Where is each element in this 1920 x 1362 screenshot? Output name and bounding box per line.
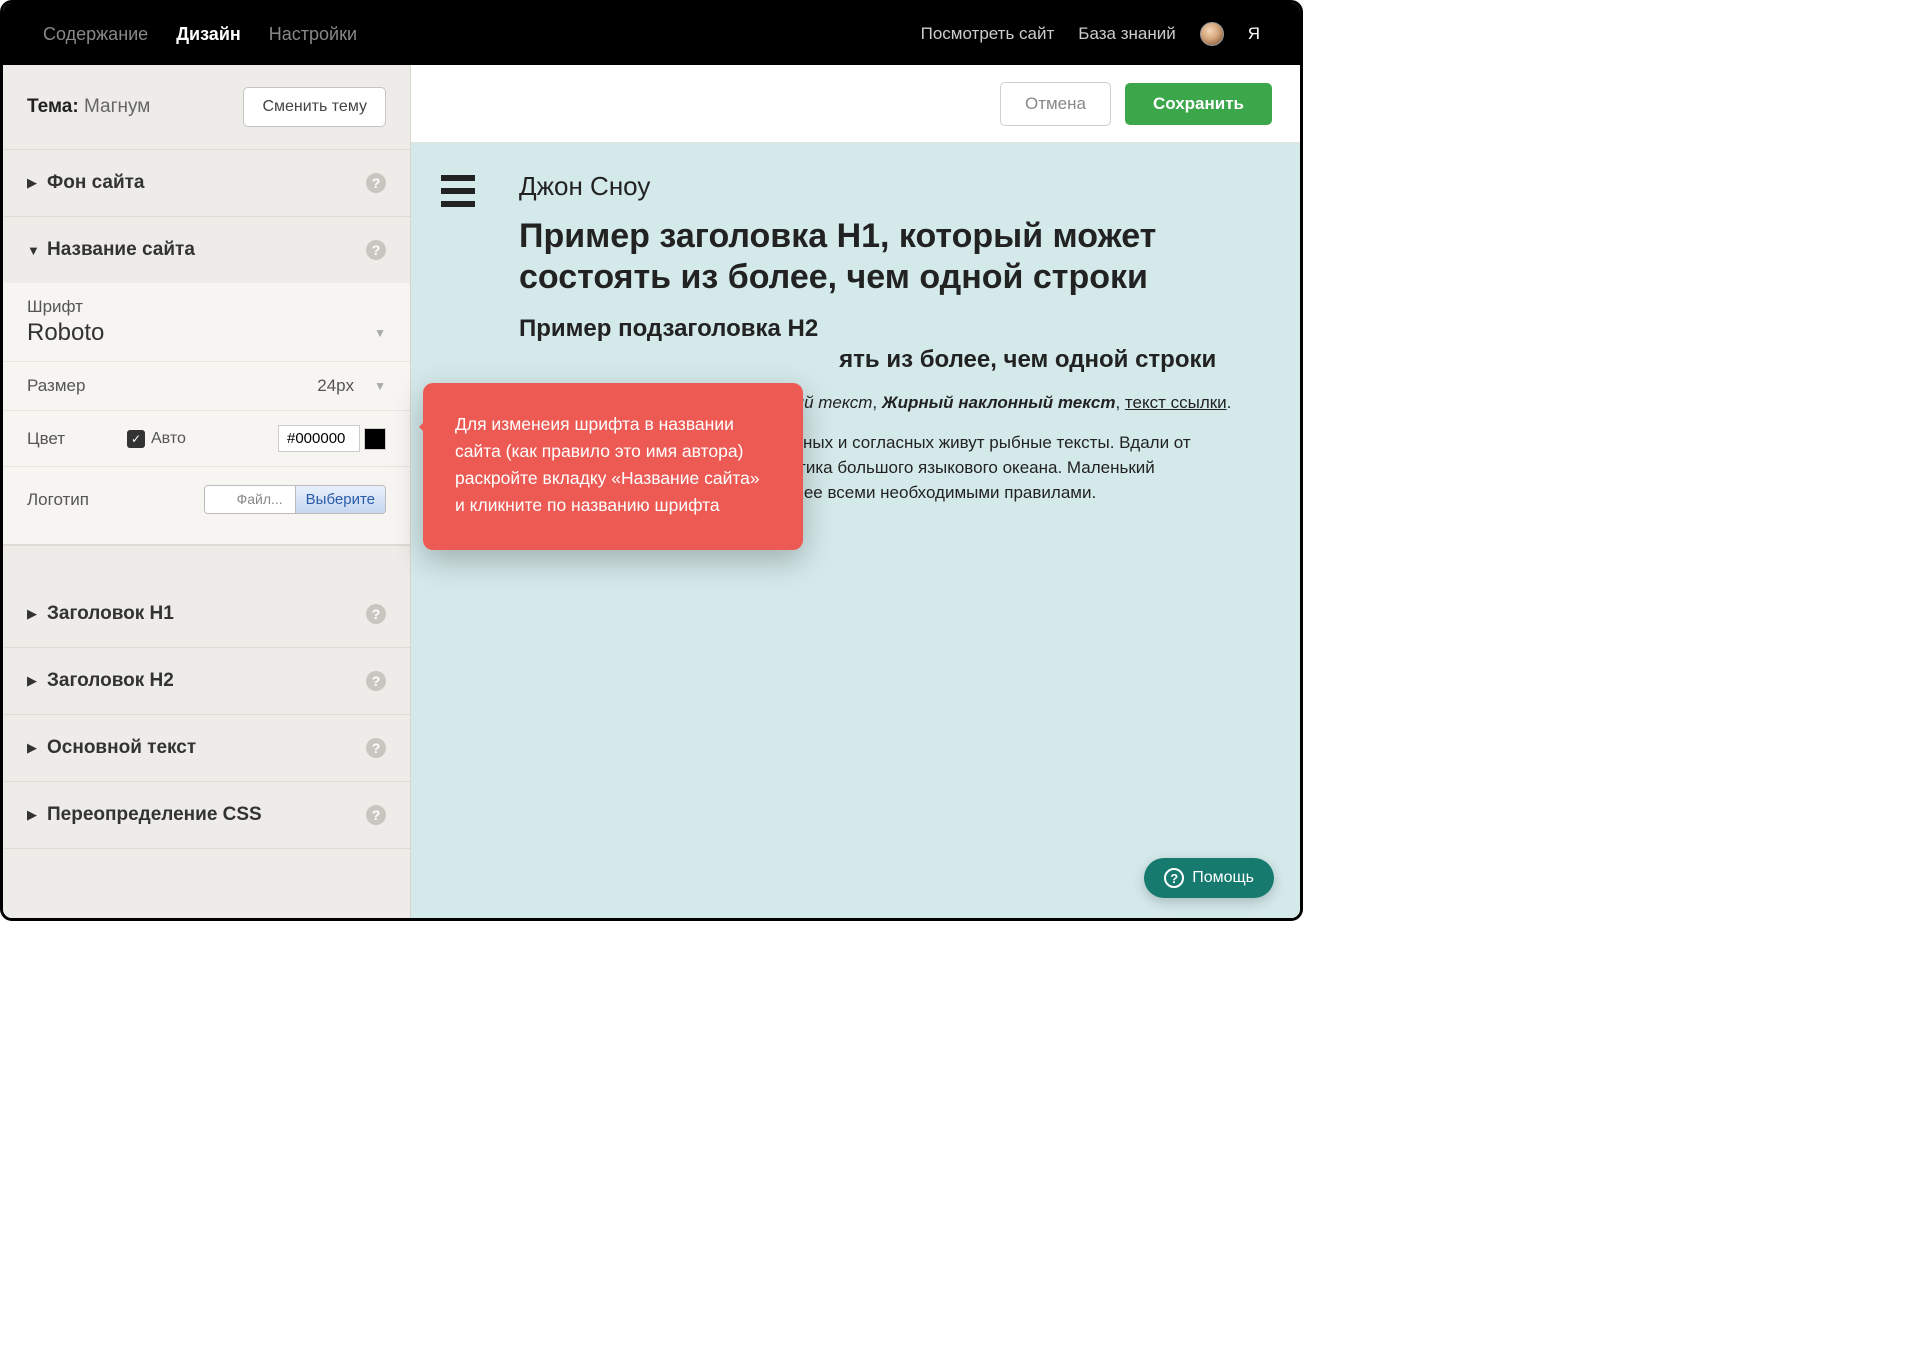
chevron-down-icon: ▼ — [374, 326, 386, 340]
logo-label: Логотип — [27, 490, 204, 510]
font-label: Шрифт — [3, 283, 410, 319]
preview-site-name: Джон Сноу — [519, 171, 1270, 202]
hint-tooltip: Для изменеия шрифта в названии сайта (ка… — [423, 383, 803, 550]
help-icon[interactable]: ? — [366, 671, 386, 691]
auto-checkbox[interactable]: ✓ Авто — [127, 430, 186, 448]
caret-right-icon: ▶ — [27, 606, 39, 622]
section-site-background[interactable]: ▶ Фон сайта ? — [3, 150, 410, 216]
caret-right-icon: ▶ — [27, 807, 39, 823]
color-input[interactable] — [278, 425, 360, 452]
preview-h1: Пример заголовка H1, который может состо… — [519, 216, 1270, 299]
help-icon[interactable]: ? — [366, 604, 386, 624]
section-body-text[interactable]: ▶ Основной текст ? — [3, 715, 410, 781]
sidebar: Тема: Магнум Сменить тему ▶ Фон сайта ? … — [3, 65, 411, 918]
help-fab-button[interactable]: ? Помощь — [1144, 858, 1274, 898]
avatar[interactable] — [1200, 22, 1224, 46]
help-icon[interactable]: ? — [366, 805, 386, 825]
nav-settings[interactable]: Настройки — [269, 24, 357, 45]
help-icon[interactable]: ? — [366, 240, 386, 260]
nav-knowledge-base[interactable]: База знаний — [1078, 24, 1175, 44]
user-letter: Я — [1248, 24, 1260, 44]
question-icon: ? — [1164, 868, 1184, 888]
nav-content[interactable]: Содержание — [43, 24, 148, 45]
font-select[interactable]: Roboto ▼ — [3, 319, 410, 362]
section-css-override[interactable]: ▶ Переопределение CSS ? — [3, 782, 410, 848]
caret-right-icon: ▶ — [27, 673, 39, 689]
top-navbar: Содержание Дизайн Настройки Посмотреть с… — [3, 3, 1300, 65]
preview-h2: Пример подзаголовка H2 XXXXXXXXXXXXXXXXX… — [519, 313, 1270, 375]
caret-right-icon: ▶ — [27, 175, 39, 191]
section-site-name[interactable]: ▼ Название сайта ? — [3, 217, 410, 283]
chevron-down-icon: ▼ — [374, 379, 386, 393]
help-icon[interactable]: ? — [366, 173, 386, 193]
section-h1[interactable]: ▶ Заголовок H1 ? — [3, 581, 410, 647]
color-swatch[interactable] — [364, 428, 386, 450]
change-theme-button[interactable]: Сменить тему — [243, 87, 386, 127]
check-icon: ✓ — [127, 430, 145, 448]
theme-label: Тема: Магнум — [27, 96, 150, 118]
help-icon[interactable]: ? — [366, 738, 386, 758]
section-h2[interactable]: ▶ Заголовок H2 ? — [3, 648, 410, 714]
color-label: Цвет — [27, 429, 127, 449]
caret-down-icon: ▼ — [27, 243, 39, 258]
file-name-display: Файл... — [205, 486, 295, 513]
size-select[interactable]: Размер 24px ▼ — [3, 362, 410, 411]
save-button[interactable]: Сохранить — [1125, 83, 1272, 125]
caret-right-icon: ▶ — [27, 740, 39, 756]
nav-view-site[interactable]: Посмотреть сайт — [921, 24, 1055, 44]
cancel-button[interactable]: Отмена — [1000, 82, 1111, 126]
nav-design[interactable]: Дизайн — [176, 24, 241, 45]
file-choose-button[interactable]: Выберите — [295, 486, 385, 513]
